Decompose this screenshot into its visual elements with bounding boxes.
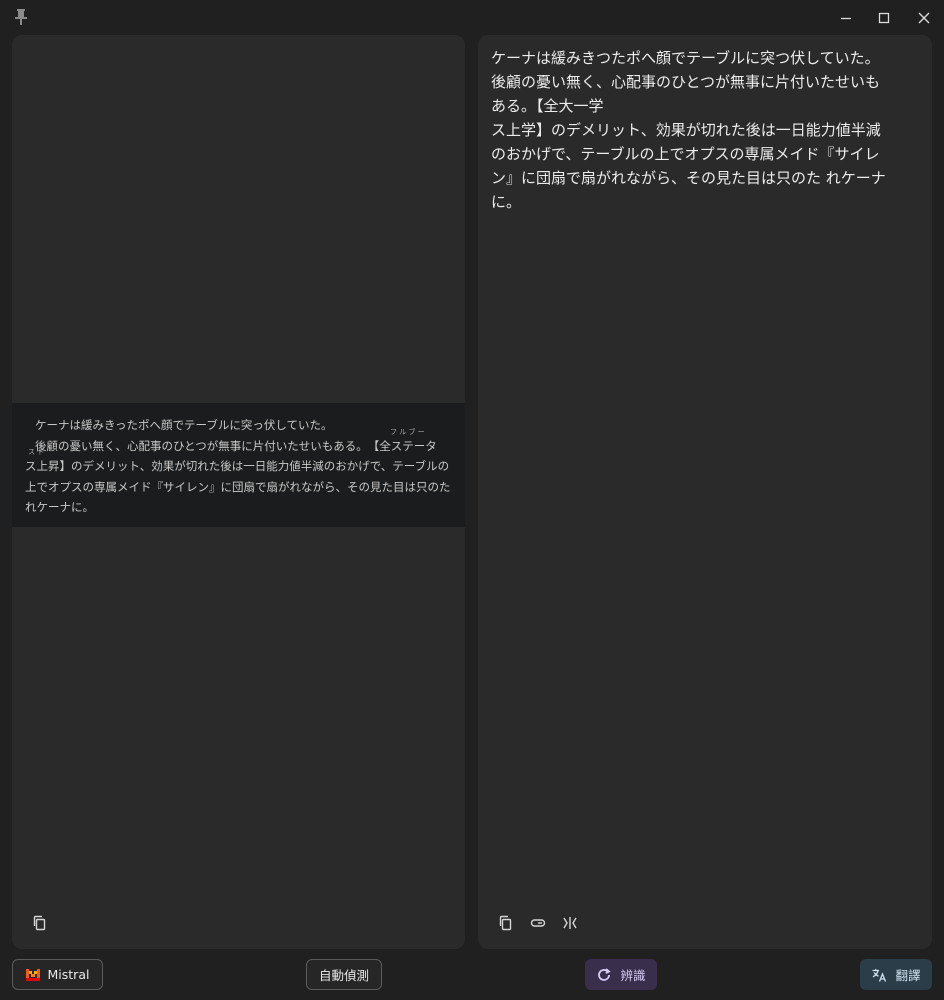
source-line: ス上昇】のデメリット、効果が切れた後は一日能力値半減のおかげで、テーブルの xyxy=(25,459,450,473)
copy-icon[interactable] xyxy=(496,913,516,933)
source-line: れケーナに。 xyxy=(25,500,94,514)
pin-icon[interactable] xyxy=(12,8,30,26)
mistral-logo-icon xyxy=(25,968,40,981)
recognize-button[interactable]: 辨識 xyxy=(585,959,657,990)
model-label: Mistral xyxy=(47,967,90,982)
source-text-image: ケーナは緩みきったポへ顔でテーブルに突っ伏していた。 フ ル ブ ー 後顧の憂い… xyxy=(12,403,465,527)
link-icon[interactable] xyxy=(528,913,548,933)
translate-label: 翻譯 xyxy=(895,968,921,983)
title-bar xyxy=(0,0,944,34)
translation-line: ある。【全大一学 xyxy=(491,97,604,115)
translation-panel: ケーナは緩みきつたポへ顔でテーブルに突つ伏していた。 後顧の憂い無く、心配事のひ… xyxy=(478,35,932,949)
translate-icon xyxy=(871,967,887,983)
source-image-panel: ケーナは緩みきったポへ顔でテーブルに突っ伏していた。 フ ル ブ ー 後顧の憂い… xyxy=(12,35,465,949)
ruby-text: ス ト xyxy=(28,448,45,456)
source-line: 上でオプスの専属メイド『サイレン』に団扇で扇がれながら、その見た目は只のた xyxy=(25,479,451,494)
close-icon[interactable] xyxy=(912,6,936,30)
compare-icon[interactable] xyxy=(560,913,580,933)
translation-line: ン』に団扇で扇がれながら、その見た目は只のた れケーナ xyxy=(491,169,886,187)
translation-line: 後顧の憂い無く、心配事のひとつが無事に片付いたせいも xyxy=(491,73,880,91)
translation-line: ス上学】のデメリット、効果が切れた後は一日能力値半減 xyxy=(491,121,881,139)
translation-line: のおかげで、テーブルの上でオプスの専属メイド『サイレ xyxy=(491,145,880,163)
recognize-label: 辨識 xyxy=(620,968,646,983)
translation-line: ケーナは緩みきつたポへ顔でテーブルに突つ伏していた。 xyxy=(491,49,880,67)
source-line: 後顧の憂い無く、心配事のひとつが無事に片付いたせいもある。 【全ステータ xyxy=(35,438,437,453)
translate-button[interactable]: 翻譯 xyxy=(860,959,932,990)
model-select-button[interactable]: Mistral xyxy=(12,959,103,990)
minimize-icon[interactable] xyxy=(834,6,858,30)
language-detect-button[interactable]: 自動偵測 xyxy=(306,959,382,990)
translation-text[interactable]: ケーナは緩みきつたポへ顔でテーブルに突つ伏していた。 後顧の憂い無く、心配事のひ… xyxy=(491,46,916,214)
language-label: 自動偵測 xyxy=(318,968,369,983)
translation-line: に。 xyxy=(491,193,522,211)
maximize-icon[interactable] xyxy=(872,6,896,30)
ruby-text: フ ル ブ ー xyxy=(390,427,425,436)
refresh-icon xyxy=(596,967,612,983)
source-line: ケーナは緩みきったポへ顔でテーブルに突っ伏していた。 xyxy=(35,418,333,432)
copy-icon[interactable] xyxy=(30,913,50,933)
